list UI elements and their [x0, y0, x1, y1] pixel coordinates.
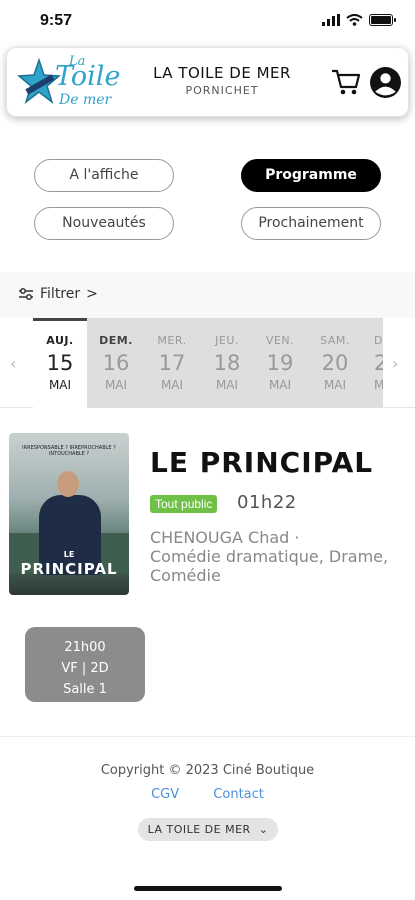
cgv-link[interactable]: CGV [151, 787, 179, 802]
date-item[interactable]: VEN. 19 MAI [253, 318, 307, 408]
logo-text-toile: Toile [55, 61, 121, 92]
tab-a-laffiche[interactable]: A l'affiche [34, 159, 174, 192]
meta-separator: · [294, 528, 300, 547]
contact-link[interactable]: Contact [213, 787, 264, 802]
cinema-select-value: LA TOILE DE MER [147, 823, 251, 836]
chevron-right-icon[interactable]: › [392, 354, 398, 373]
cart-icon[interactable] [330, 66, 362, 98]
cinema-logo[interactable]: La Toile De mer [15, 54, 127, 110]
chevron-left-icon[interactable]: ‹ [10, 354, 16, 373]
poster-title: PRINCIPAL [20, 560, 118, 578]
poster-title-le: LE [63, 550, 75, 559]
showtime-room: Salle 1 [63, 682, 107, 697]
signal-icon [322, 14, 340, 26]
cinema-name: LA TOILE DE MER [153, 64, 291, 82]
date-selector: ‹ AUJ. 15 MAI DEM. 16 MAI MER. 17 MAI JE… [0, 318, 415, 408]
tab-prochainement[interactable]: Prochainement [241, 207, 381, 240]
movie-genres: Comédie dramatique, Drame, Comédie [150, 547, 389, 585]
divider [0, 736, 415, 737]
movie-meta: CHENOUGA Chad · Comédie dramatique, Dram… [150, 528, 400, 585]
status-time: 9:57 [40, 12, 73, 29]
tab-nouveautes[interactable]: Nouveautés [34, 207, 174, 240]
account-icon[interactable] [369, 66, 402, 99]
chevron-down-icon: ⌄ [258, 823, 269, 836]
movie-poster[interactable]: IRRESPONSABLE ? IRREPROCHABLE ? INTOUCHA… [9, 433, 129, 595]
footer-copyright: Copyright © 2023 Ciné Boutique [100, 763, 315, 778]
showtime-button[interactable]: 21h00 VF | 2D Salle 1 [25, 627, 145, 702]
chevron-right-icon: > [86, 286, 98, 302]
date-item-today[interactable]: AUJ. 15 MAI [33, 318, 87, 408]
showtime-time: 21h00 [64, 640, 106, 655]
poster-tagline: IRRESPONSABLE ? IRREPROCHABLE ? INTOUCHA… [22, 445, 116, 457]
footer-links: CGV Contact [0, 787, 415, 802]
tab-programme[interactable]: Programme [241, 159, 381, 192]
home-indicator [134, 886, 282, 891]
sliders-icon [19, 288, 33, 300]
cinema-select[interactable]: LA TOILE DE MER ⌄ [138, 818, 278, 841]
battery-icon [369, 14, 396, 26]
date-item[interactable]: DEM. 16 MAI [89, 318, 143, 408]
date-item[interactable]: JEU. 18 MAI [200, 318, 254, 408]
showtime-version: VF | 2D [61, 661, 109, 676]
cinema-city: PORNICHET [185, 84, 259, 97]
rating-badge: Tout public [150, 495, 218, 513]
date-item[interactable]: D 2 M [362, 318, 383, 408]
filter-bar: Filtrer > [0, 272, 415, 318]
status-bar: 9:57 [0, 0, 415, 44]
movie-director: CHENOUGA Chad [150, 528, 290, 547]
wifi-icon [346, 14, 363, 26]
date-item[interactable]: SAM. 20 MAI [308, 318, 362, 408]
app-header: La Toile De mer LA TOILE DE MER PORNICHE… [6, 47, 409, 117]
date-item[interactable]: MER. 17 MAI [145, 318, 199, 408]
movie-duration: 01h22 [237, 492, 297, 513]
logo-text-demer: De mer [59, 92, 112, 108]
filter-button[interactable]: Filtrer > [18, 286, 98, 302]
movie-title[interactable]: LE PRINCIPAL [150, 446, 373, 479]
filter-label: Filtrer [40, 286, 81, 302]
status-icons [322, 14, 396, 26]
